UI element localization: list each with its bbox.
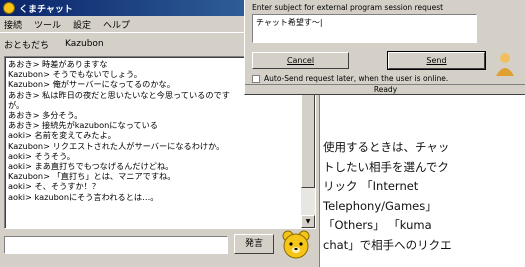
article-line: 使用するときは、チャッ bbox=[323, 140, 450, 154]
send-request-button-label: Send bbox=[426, 56, 447, 65]
log-line: Kazubon> 「直打ち」とは、マニアですね。 bbox=[8, 171, 176, 182]
menu-tools[interactable]: ツール bbox=[34, 18, 61, 31]
article-line: 「Others」 「kuma bbox=[323, 218, 432, 232]
auto-send-label: Auto-Send request later, when the user i… bbox=[264, 74, 449, 83]
buddy-name[interactable]: Kazubon bbox=[65, 39, 104, 49]
dialog-prompt: Enter subject for external program sessi… bbox=[252, 3, 444, 12]
menu-settings[interactable]: 設定 bbox=[73, 18, 91, 31]
article-line: トしたい相手を選んでク bbox=[323, 159, 449, 174]
article-line: chat」で相手へのリクエ bbox=[323, 237, 452, 252]
cancel-button-label: Cancel bbox=[286, 56, 315, 65]
cancel-button[interactable]: Cancel bbox=[252, 52, 349, 69]
log-line: あおき> 接続先がkazubonになっている bbox=[8, 120, 158, 131]
session-request-dialog: Enter subject for external program sessi… bbox=[244, 0, 525, 95]
buddy-label: おともだち bbox=[4, 40, 50, 51]
chat-window-title: くまチャット bbox=[19, 4, 73, 15]
auto-send-row[interactable]: Auto-Send request later, when the user i… bbox=[252, 74, 448, 83]
send-message-button[interactable]: 発言 bbox=[234, 234, 274, 254]
log-line: あおき> 多分そう。 bbox=[8, 110, 83, 121]
log-line: aoki> そうそう。 bbox=[8, 150, 75, 161]
log-line: aoki> まあ直打ちでもつなげるんだけどね。 bbox=[8, 161, 174, 172]
dialog-status: Ready bbox=[245, 84, 525, 95]
user-figure-icon bbox=[490, 50, 520, 78]
article-text: 使用するときは、チャッ トしたい相手を選んでク リック 「Internet Te… bbox=[323, 138, 523, 255]
bear-app-icon bbox=[3, 2, 15, 14]
menu-connect[interactable]: 接続 bbox=[4, 18, 22, 31]
bear-mascot-icon bbox=[282, 230, 310, 259]
message-input[interactable] bbox=[4, 236, 228, 254]
log-line: aoki> 名前を変えてみたよ。 bbox=[8, 130, 116, 141]
log-line: aoki> kazubonにそう言われるとは…。 bbox=[8, 191, 159, 202]
menu-help[interactable]: ヘルプ bbox=[103, 18, 130, 31]
article-line: リック 「Internet bbox=[323, 179, 419, 193]
article-line: Telephony/Games」 bbox=[323, 198, 437, 213]
auto-send-checkbox[interactable] bbox=[252, 74, 260, 83]
scroll-down-arrow-icon[interactable]: ▼ bbox=[301, 215, 315, 228]
subject-input[interactable]: チャット希望す〜| bbox=[252, 14, 477, 43]
log-line: aoki> そ、そうすか！？ bbox=[8, 181, 101, 192]
send-request-button[interactable]: Send bbox=[387, 51, 486, 70]
log-line: Kazubon> リクエストされた人がサーバーになるわけか。 bbox=[8, 140, 225, 151]
log-line: が。 bbox=[8, 99, 25, 110]
